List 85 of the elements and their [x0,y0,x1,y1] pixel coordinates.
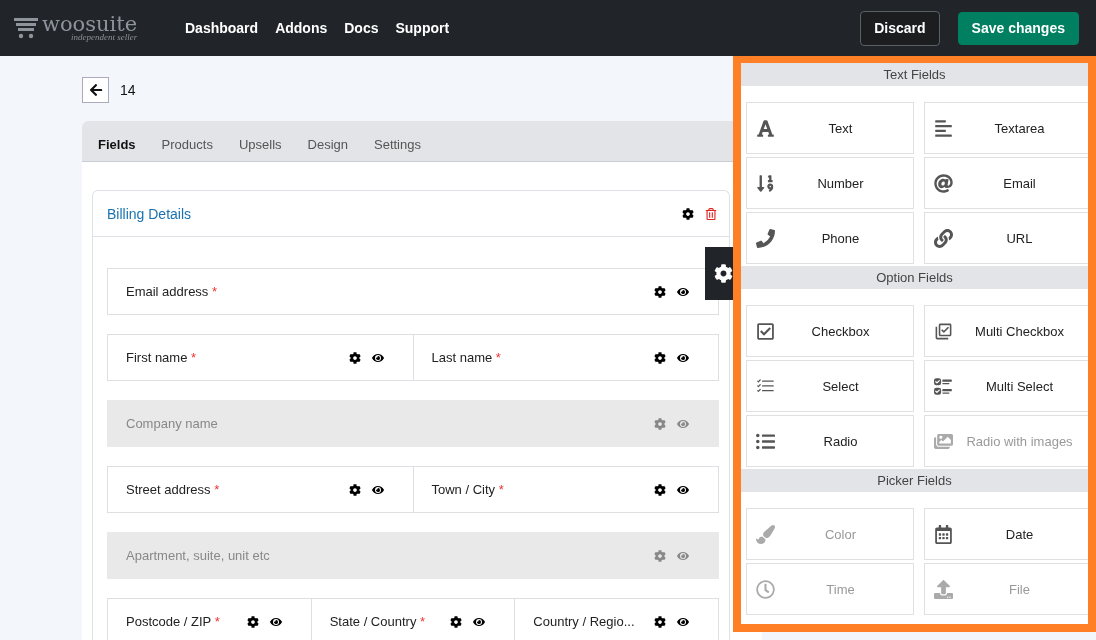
save-button[interactable]: Save changes [957,11,1079,45]
settings-icon[interactable] [682,207,694,220]
bullet-list-icon [756,431,775,451]
field-item[interactable]: Postcode / ZIP * [107,598,312,640]
field-item[interactable]: Email address * [107,268,719,315]
group-header: Picker Fields [741,469,1088,492]
brush-icon [756,524,775,544]
field-item[interactable]: Town / City * [413,466,719,513]
eye-icon[interactable] [371,351,384,364]
field-type-item[interactable]: Email [924,157,1088,209]
at-sign-icon [934,173,953,193]
discard-button[interactable]: Discard [860,10,940,46]
field-type-item[interactable]: Multi Select [924,360,1088,412]
nav-link[interactable]: Support [395,20,450,36]
field-label: Apartment, suite, unit etc [126,548,271,563]
field-label: State / Country * [329,614,427,629]
nav-link[interactable]: Docs [344,20,379,36]
eye-icon[interactable] [677,483,689,496]
eye-icon[interactable] [473,615,486,628]
field-item[interactable]: Last name * [413,334,719,381]
field-label: Postcode / ZIP * [126,614,221,629]
settings-icon[interactable] [246,615,259,628]
field-item[interactable]: First name * [107,334,414,381]
field-type-item[interactable]: Text [746,102,914,154]
settings-icon[interactable] [654,483,666,496]
field-label: Company name [126,416,219,431]
clock-icon [756,579,775,599]
back-button[interactable] [82,77,109,103]
field-type-item[interactable]: Multi Checkbox [924,305,1088,357]
group-header: Text Fields [741,63,1088,86]
field-item[interactable]: Country / Regio... [515,598,719,640]
field-label: Last name * [431,350,502,365]
tab[interactable]: Fields [98,137,136,152]
field-type-item[interactable]: Number [746,157,914,209]
tab[interactable]: Upsells [238,137,282,152]
trash-icon[interactable] [705,207,717,220]
field-type-item[interactable]: Select [746,360,914,412]
checklist-icon [934,376,953,396]
eye-icon[interactable] [677,285,689,298]
page-title: 14 [120,82,136,98]
link-icon [934,228,953,248]
phone-icon [756,228,775,248]
nav-link[interactable]: Addons [275,20,328,36]
field-type-item[interactable]: URL [924,212,1088,264]
eye-icon[interactable] [677,351,689,364]
field-label: First name * [126,350,198,365]
field-label: Town / City * [431,482,505,497]
settings-icon[interactable] [348,483,361,496]
letter-icon [756,118,775,138]
cart-icon [14,17,38,39]
settings-icon[interactable] [348,351,361,364]
tab[interactable]: Settings [374,137,421,152]
field-item[interactable]: Street address * [107,466,414,513]
tab[interactable]: Products [161,137,213,152]
eye-icon[interactable] [371,483,384,496]
images-icon [934,431,953,451]
field-type-item[interactable]: Checkbox [746,305,914,357]
field-type-item[interactable]: Radio [746,415,914,467]
settings-icon[interactable] [654,285,666,298]
tab[interactable]: Design [307,137,348,152]
field-label: Country / Regio... [533,614,636,629]
section-title: Billing Details [107,205,193,222]
logo-tagline: independent seller [70,33,138,42]
field-label: Email address * [126,284,219,299]
field-label: Street address * [126,482,221,497]
field-type-item[interactable]: Date [924,508,1088,560]
nav-link[interactable]: Dashboard [185,20,259,36]
checkbox-icon [934,321,953,341]
align-left-icon [934,118,953,138]
settings-tab[interactable] [705,247,733,300]
eye-icon[interactable] [677,615,689,628]
settings-icon[interactable] [450,615,463,628]
group-header: Option Fields [741,266,1088,289]
checkbox-icon [756,321,775,341]
eye-icon[interactable] [269,615,282,628]
arrow-left-icon [88,83,103,97]
numbers-icon [756,173,775,193]
field-type-item[interactable]: Textarea [924,102,1088,154]
upload-icon [934,579,953,599]
logo-text: woosuite [42,14,138,35]
settings-icon[interactable] [654,615,666,628]
calendar-icon [934,524,953,544]
settings-icon[interactable] [654,351,666,364]
field-type-item[interactable]: Phone [746,212,914,264]
field-item[interactable]: State / Country * [311,598,516,640]
